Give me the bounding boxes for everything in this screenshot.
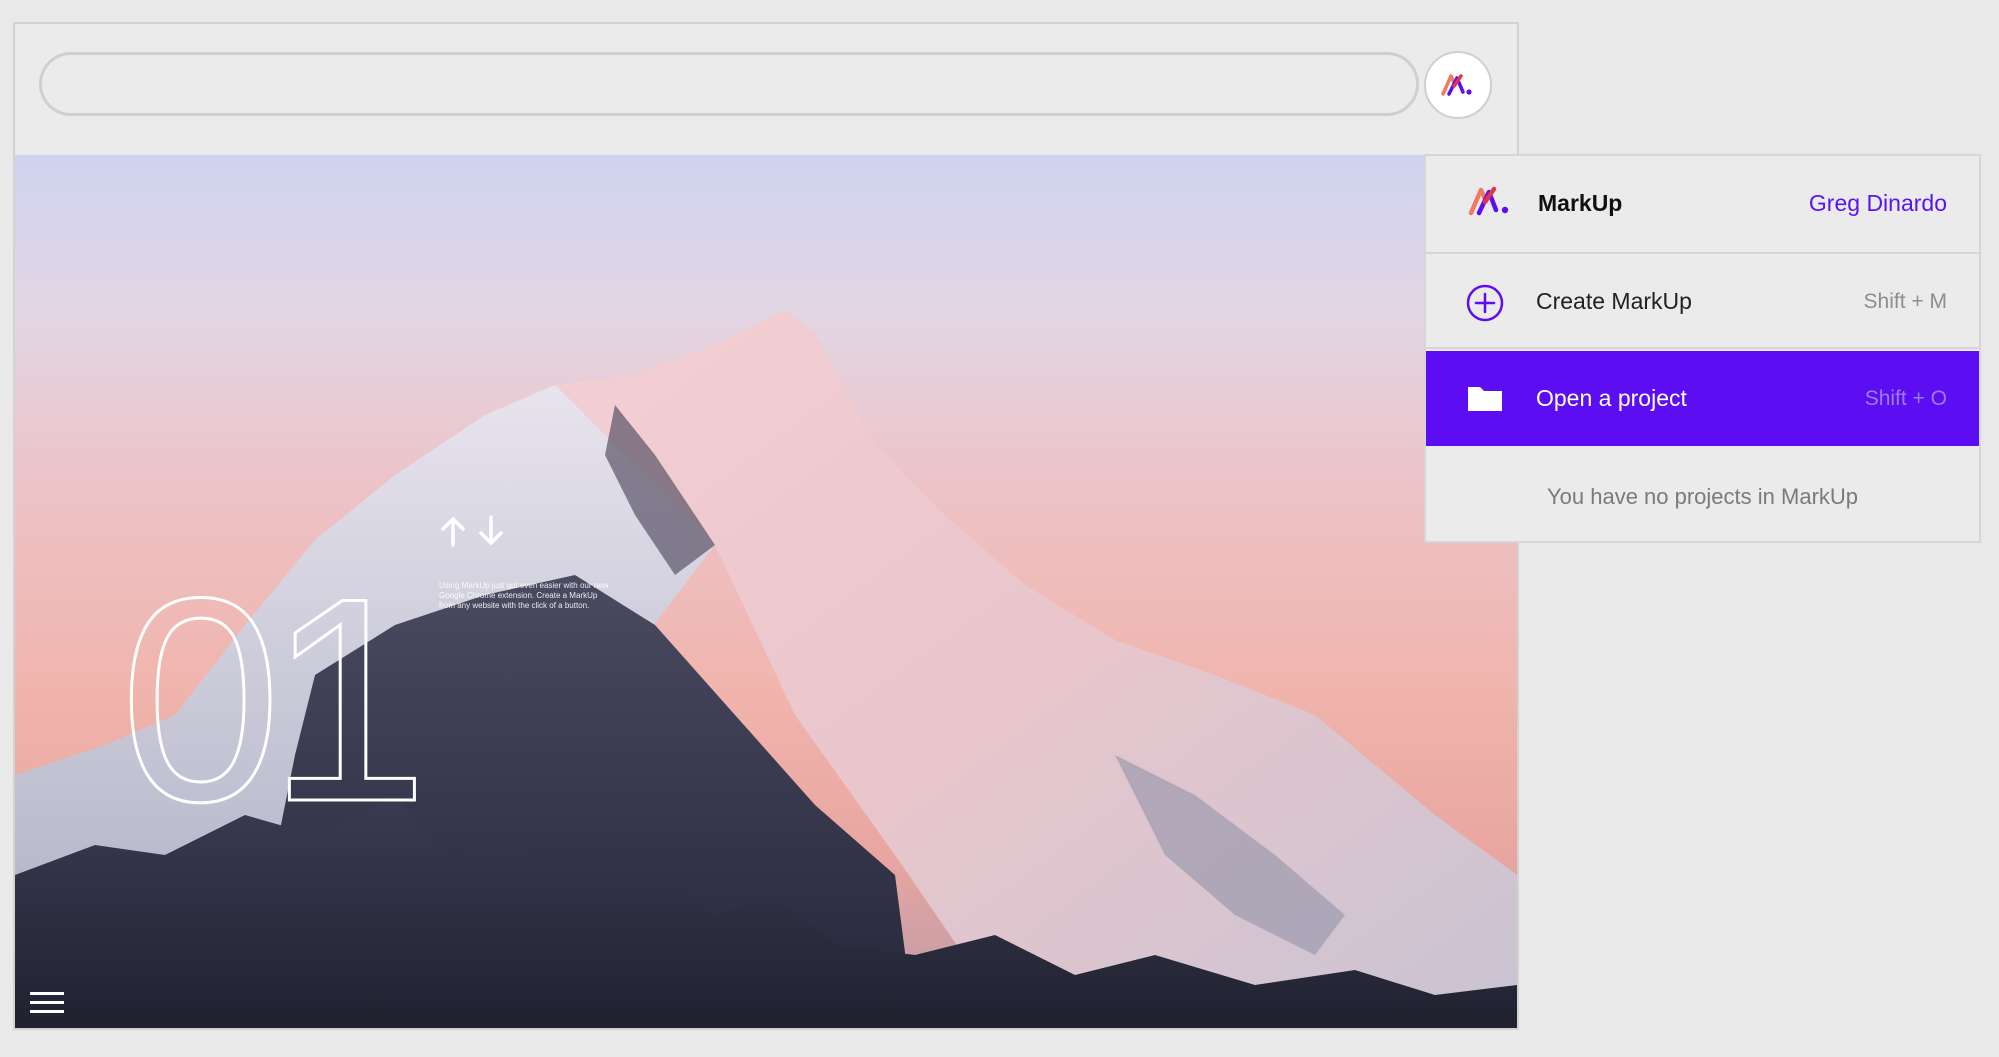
popup-header: MarkUp Greg Dinardo xyxy=(1426,156,1979,254)
open-project-label: Open a project xyxy=(1536,385,1687,411)
markup-extension-popup: MarkUp Greg Dinardo Create MarkUp Shift … xyxy=(1424,154,1981,543)
empty-projects-message: You have no projects in MarkUp xyxy=(1546,484,1859,509)
create-markup-item[interactable]: Create MarkUp Shift + M xyxy=(1426,254,1979,349)
sort-arrows-icon[interactable] xyxy=(439,513,511,549)
browser-window: 01 Using MarkUp just got even easier wit… xyxy=(13,22,1519,1030)
user-name-link[interactable]: Greg Dinardo xyxy=(1809,190,1947,217)
slide-number: 01 xyxy=(119,538,431,862)
arrow-up-icon xyxy=(441,517,465,547)
brand-name: MarkUp xyxy=(1538,190,1623,216)
markup-logo-icon xyxy=(1441,74,1472,96)
markup-logo-icon xyxy=(1468,186,1509,216)
open-project-item[interactable]: Open a project Shift + O xyxy=(1426,351,1979,446)
create-markup-shortcut: Shift + M xyxy=(1863,290,1947,313)
markup-extension-button[interactable] xyxy=(1424,51,1492,119)
hamburger-menu-icon[interactable] xyxy=(30,991,66,1015)
folder-icon xyxy=(1468,387,1502,411)
browser-toolbar xyxy=(15,24,1517,155)
arrow-down-icon xyxy=(479,515,503,545)
create-markup-label: Create MarkUp xyxy=(1536,288,1692,314)
plus-circle-icon xyxy=(1466,284,1504,322)
open-project-shortcut: Shift + O xyxy=(1864,387,1947,410)
promo-text: Using MarkUp just got even easier with o… xyxy=(439,581,609,610)
address-bar[interactable] xyxy=(39,52,1419,116)
page-viewport: 01 Using MarkUp just got even easier wit… xyxy=(15,155,1517,1028)
